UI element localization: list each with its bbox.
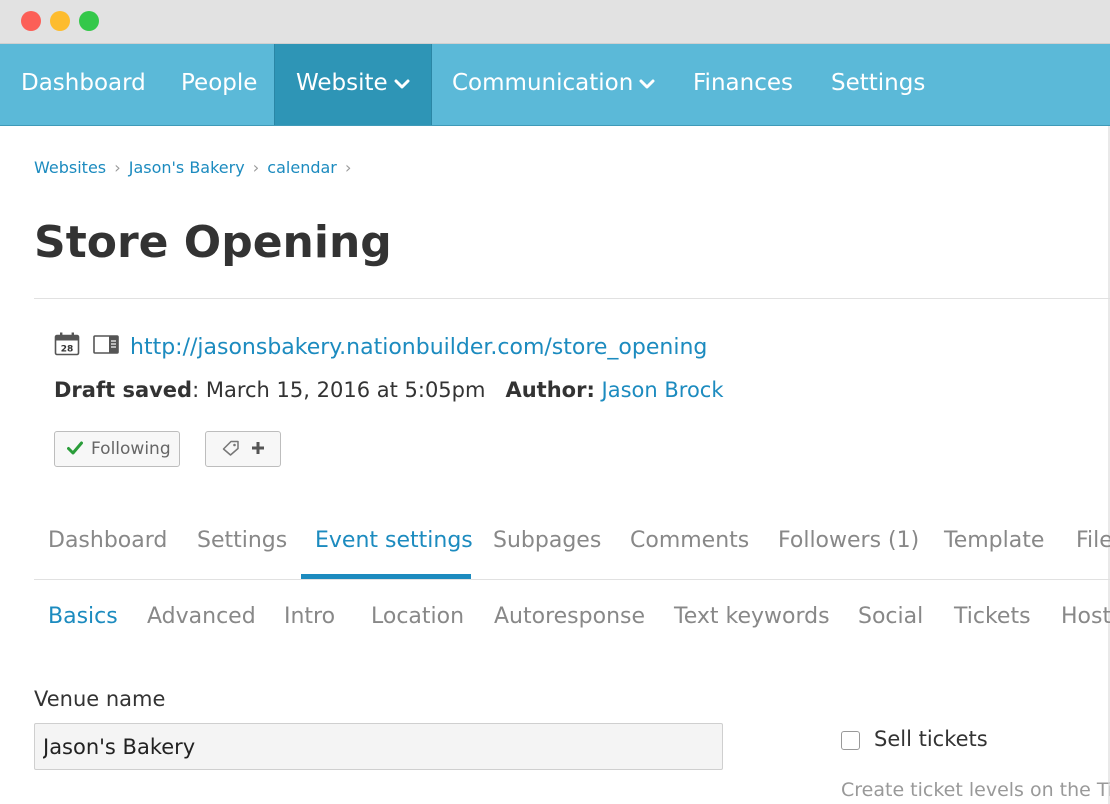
tab-followers[interactable]: Followers (1)	[778, 528, 919, 553]
subtab-text-keywords[interactable]: Text keywords	[674, 604, 830, 629]
nav-settings[interactable]: Settings	[810, 44, 946, 125]
chevron-right-icon: ›	[344, 158, 352, 177]
plus-icon	[252, 442, 265, 454]
nav-communication-label: Communication	[452, 70, 634, 96]
nav-website-label: Website	[296, 70, 388, 96]
nav-dashboard[interactable]: Dashboard	[0, 44, 167, 125]
tab-template[interactable]: Template	[944, 528, 1044, 553]
breadcrumb-site[interactable]: Jason's Bakery	[129, 158, 245, 177]
tab-settings[interactable]: Settings	[197, 528, 287, 553]
chevron-right-icon: ›	[114, 158, 121, 177]
nav-people-label: People	[181, 70, 258, 96]
breadcrumb-calendar[interactable]: calendar	[267, 158, 337, 177]
chevron-down-icon	[394, 79, 410, 88]
draft-saved-label: Draft saved	[54, 378, 193, 402]
page-tabs: Dashboard Settings Event settings Subpag…	[34, 528, 1110, 580]
tab-dashboard[interactable]: Dashboard	[48, 528, 167, 553]
divider	[34, 298, 1110, 299]
page-meta: Draft saved: March 15, 2016 at 5:05pm Au…	[54, 378, 724, 402]
draft-saved-value: : March 15, 2016 at 5:05pm	[192, 378, 486, 402]
subtab-intro[interactable]: Intro	[284, 604, 335, 629]
subtab-autoresponse[interactable]: Autoresponse	[494, 604, 645, 629]
active-tab-indicator	[301, 574, 471, 579]
subtab-advanced[interactable]: Advanced	[147, 604, 256, 629]
venue-name-label: Venue name	[34, 687, 166, 711]
page-url-link[interactable]: http://jasonsbakery.nationbuilder.com/st…	[130, 335, 707, 360]
tag-icon	[222, 440, 239, 456]
window-titlebar	[0, 0, 1110, 44]
subtab-tickets[interactable]: Tickets	[954, 604, 1031, 629]
following-label: Following	[91, 439, 171, 459]
venue-name-input[interactable]	[34, 723, 723, 770]
tab-files[interactable]: File	[1076, 528, 1110, 553]
tab-event-settings[interactable]: Event settings	[315, 528, 473, 553]
nav-website[interactable]: Website	[274, 44, 432, 125]
page-title: Store Opening	[34, 217, 392, 268]
nav-people[interactable]: People	[160, 44, 278, 125]
tab-subpages[interactable]: Subpages	[493, 528, 601, 553]
chevron-right-icon: ›	[252, 158, 260, 177]
subtab-social[interactable]: Social	[858, 604, 923, 629]
minimize-window-button[interactable]	[50, 11, 70, 31]
author-label: Author:	[505, 378, 595, 402]
nav-communication[interactable]: Communication	[431, 44, 676, 125]
layout-icon[interactable]	[93, 335, 119, 355]
author-link[interactable]: Jason Brock	[602, 378, 724, 402]
checkmark-icon	[67, 441, 83, 455]
nav-settings-label: Settings	[831, 70, 926, 96]
following-button[interactable]: Following	[54, 431, 180, 467]
subtab-basics[interactable]: Basics	[48, 604, 118, 629]
sell-tickets-checkbox[interactable]	[841, 731, 860, 750]
subtab-location[interactable]: Location	[371, 604, 464, 629]
nav-finances-label: Finances	[693, 70, 793, 96]
zoom-window-button[interactable]	[79, 11, 99, 31]
breadcrumb-websites[interactable]: Websites	[34, 158, 106, 177]
top-navigation: Dashboard People Website Communication F…	[0, 44, 1110, 126]
close-window-button[interactable]	[21, 11, 41, 31]
ticket-help-text: Create ticket levels on the Tic	[841, 779, 1110, 801]
calendar-icon[interactable]: 28	[54, 332, 80, 356]
tab-comments[interactable]: Comments	[630, 528, 749, 553]
chevron-down-icon	[639, 79, 655, 88]
add-tag-button[interactable]	[205, 431, 281, 467]
breadcrumb: Websites › Jason's Bakery › calendar ›	[34, 158, 354, 177]
calendar-day: 28	[61, 345, 74, 355]
subtab-hosts[interactable]: Host	[1061, 604, 1110, 629]
sell-tickets-label: Sell tickets	[874, 727, 988, 751]
nav-finances[interactable]: Finances	[672, 44, 814, 125]
nav-dashboard-label: Dashboard	[21, 70, 146, 96]
